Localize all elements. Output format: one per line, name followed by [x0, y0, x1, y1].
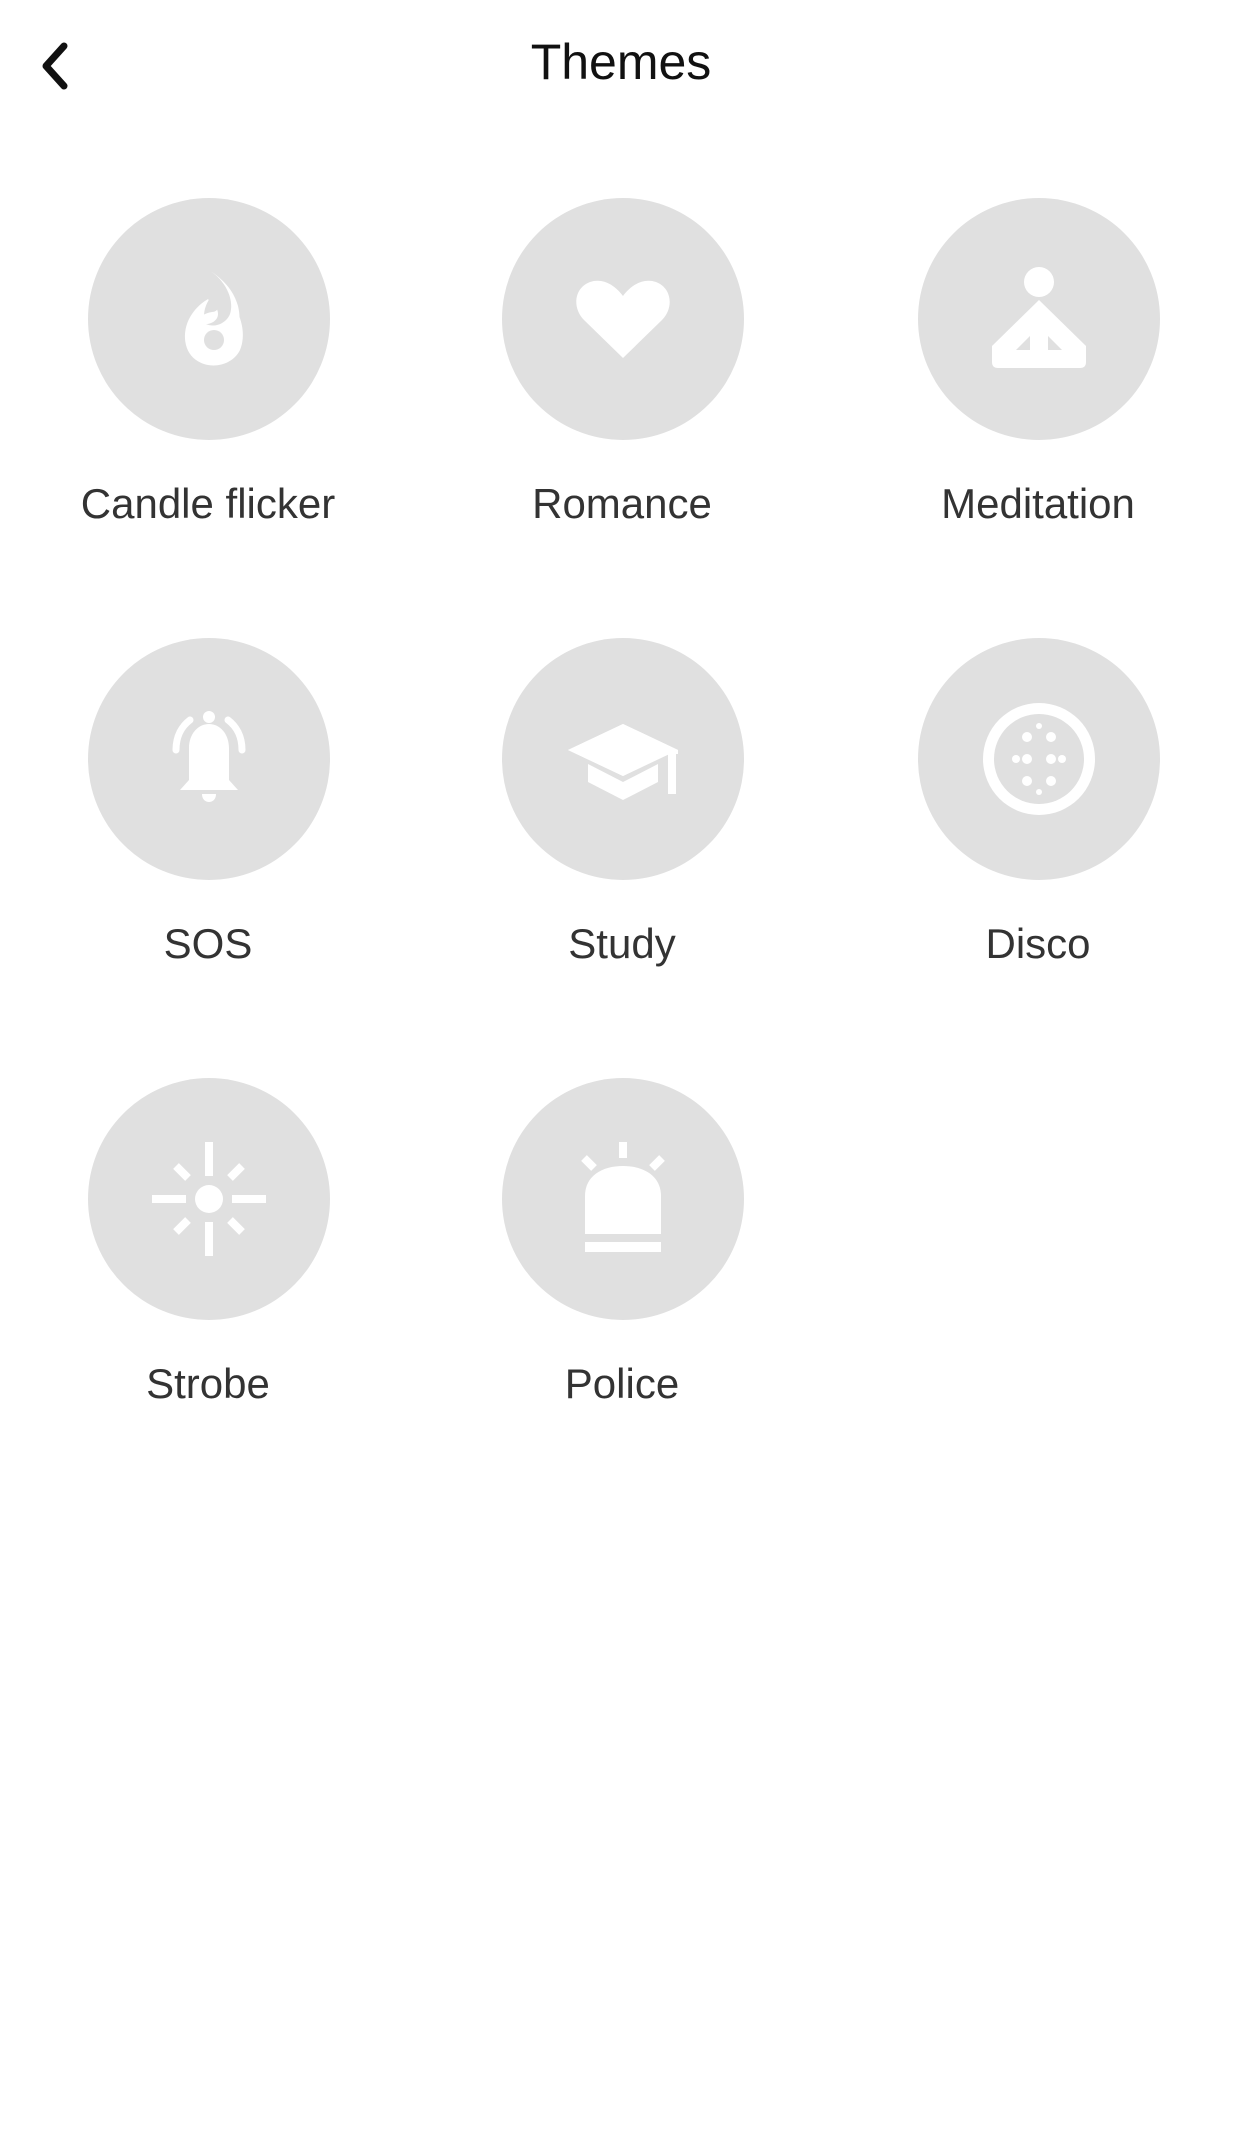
siren-icon [581, 1142, 665, 1252]
theme-strobe[interactable]: Strobe [0, 1078, 416, 1498]
theme-icon-circle [918, 198, 1160, 440]
strobe-light-icon [152, 1142, 266, 1256]
theme-meditation[interactable]: Meditation [830, 198, 1242, 618]
theme-romance[interactable]: Romance [414, 198, 830, 618]
theme-icon-circle [502, 1078, 744, 1320]
disco-ball-icon [983, 703, 1095, 815]
page-title: Themes [530, 34, 712, 90]
theme-icon-circle [88, 638, 330, 880]
theme-icon-circle [88, 198, 330, 440]
theme-label: Disco [985, 920, 1091, 967]
theme-label: Strobe [146, 1360, 270, 1407]
graduation-cap-icon [568, 724, 678, 800]
theme-label: Romance [532, 480, 712, 527]
theme-police[interactable]: Police [414, 1078, 830, 1498]
theme-study[interactable]: Study [414, 638, 830, 1058]
ringing-bell-icon [172, 711, 246, 802]
theme-candle-flicker[interactable]: Candle flicker [0, 198, 416, 618]
theme-label: Police [564, 1360, 680, 1407]
theme-label: SOS [163, 920, 253, 967]
meditation-icon [992, 267, 1086, 368]
theme-icon-circle [502, 638, 744, 880]
theme-sos[interactable]: SOS [0, 638, 416, 1058]
heart-icon [576, 280, 670, 358]
theme-icon-circle [502, 198, 744, 440]
theme-label: Meditation [941, 480, 1135, 527]
theme-icon-circle [88, 1078, 330, 1320]
theme-label: Candle flicker [80, 480, 336, 527]
top-bar: Themes [0, 0, 1242, 130]
theme-disco[interactable]: Disco [830, 638, 1242, 1058]
theme-icon-circle [918, 638, 1160, 880]
theme-label: Study [568, 920, 676, 967]
flame-icon [184, 272, 243, 366]
